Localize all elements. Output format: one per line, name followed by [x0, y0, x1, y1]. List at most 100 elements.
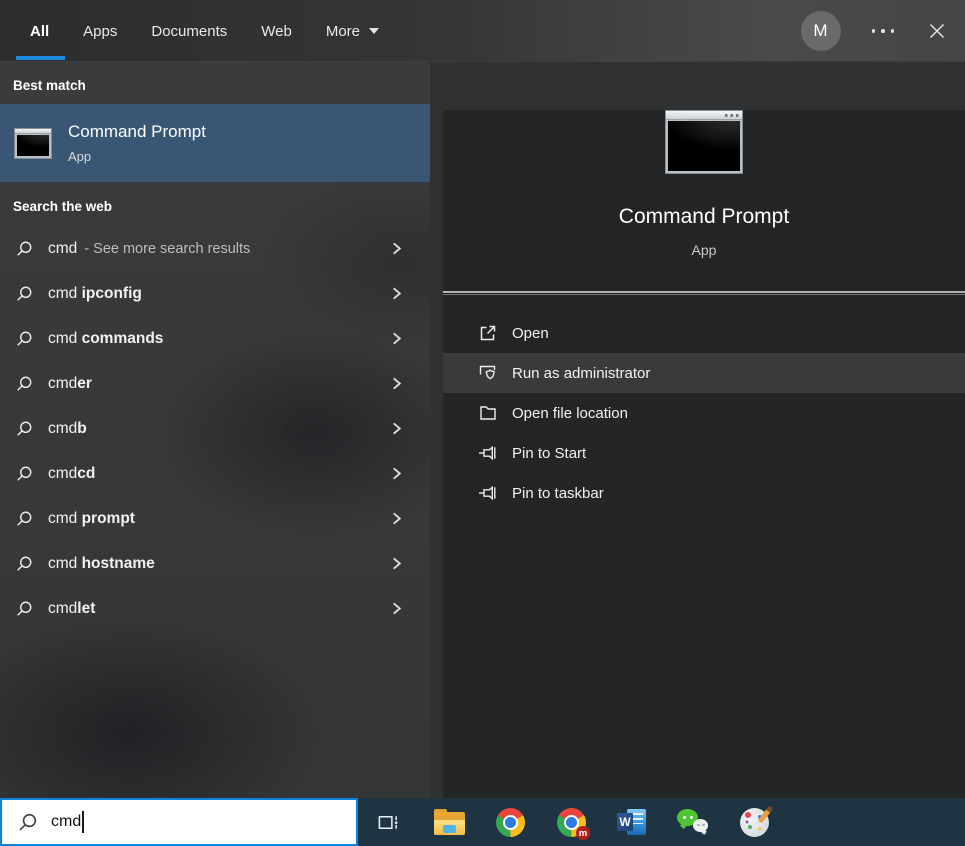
suggestion-text: cmd [48, 600, 77, 617]
action-open[interactable]: Open [443, 313, 965, 353]
tab-apps-label: Apps [83, 23, 117, 40]
task-view-icon [377, 811, 400, 834]
chevron-right-icon[interactable] [389, 286, 404, 301]
chrome-button[interactable] [494, 806, 526, 838]
search-box[interactable]: cmd [0, 798, 358, 846]
result-title: Command Prompt [68, 122, 206, 142]
profile-badge: m [576, 826, 590, 840]
web-suggestion-row[interactable]: cmdlet [0, 586, 430, 631]
web-suggestion-row[interactable]: cmd - See more search results [0, 226, 430, 271]
context-actions: Open Run as administrator [443, 313, 965, 513]
taskbar: cmd m [0, 798, 965, 846]
suggestion-text: cmd [48, 330, 82, 347]
chevron-right-icon[interactable] [389, 601, 404, 616]
start-search-flyout: All Apps Documents Web More M Best ma [0, 0, 965, 846]
web-suggestion-row[interactable]: cmd commands [0, 316, 430, 361]
tab-documents[interactable]: Documents [151, 0, 227, 62]
word-icon: W [617, 807, 647, 837]
chevron-down-icon [369, 28, 379, 34]
more-options-button[interactable] [870, 23, 897, 39]
chevron-right-icon[interactable] [389, 556, 404, 571]
avatar[interactable]: M [801, 11, 841, 51]
search-icon [16, 465, 33, 482]
close-icon [927, 21, 947, 41]
search-icon [16, 555, 33, 572]
paint3d-button[interactable] [738, 806, 770, 838]
action-label: Open [512, 325, 549, 342]
web-suggestion-row[interactable]: cmder [0, 361, 430, 406]
preview-title: Command Prompt [443, 205, 965, 229]
command-prompt-icon-large: C:\_ [665, 110, 743, 174]
search-icon [16, 375, 33, 392]
action-open-file-location[interactable]: Open file location [443, 393, 965, 433]
web-suggestion-row[interactable]: cmd hostname [0, 541, 430, 586]
search-icon [16, 510, 33, 527]
web-suggestion-row[interactable]: cmdb [0, 406, 430, 451]
tab-web[interactable]: Web [261, 0, 292, 62]
pin-icon [478, 443, 498, 463]
ellipsis-icon [872, 29, 876, 33]
chrome-profile-button[interactable]: m [555, 806, 587, 838]
tab-documents-label: Documents [151, 23, 227, 40]
search-icon [16, 330, 33, 347]
result-subtitle: App [68, 149, 206, 164]
wechat-icon [677, 808, 709, 837]
taskbar-icons: m W [372, 798, 770, 846]
suggestion-text: cmd [48, 285, 82, 302]
search-input[interactable]: cmd [51, 813, 81, 831]
file-explorer-icon [434, 809, 465, 835]
search-results-area: Best match C:\_ Command Prompt App Searc… [0, 62, 965, 798]
tab-all[interactable]: All [30, 0, 49, 62]
suggestion-text: cmd [48, 240, 77, 257]
tab-more[interactable]: More [326, 0, 379, 62]
search-web-label: Search the web [13, 198, 430, 215]
web-suggestion-row[interactable]: cmd ipconfig [0, 271, 430, 316]
chevron-right-icon[interactable] [389, 241, 404, 256]
tab-apps[interactable]: Apps [83, 0, 117, 62]
action-label: Open file location [512, 405, 628, 422]
suggestion-note: - See more search results [84, 241, 250, 257]
tab-web-label: Web [261, 23, 292, 40]
search-icon [16, 420, 33, 437]
tab-all-label: All [30, 23, 49, 40]
best-match-label: Best match [13, 77, 430, 94]
web-suggestions-list: cmd - See more search results cmd ipconfi… [0, 226, 430, 631]
filter-tabs: All Apps Documents Web More [30, 0, 379, 62]
suggestion-text: cmd [48, 510, 82, 527]
action-pin-to-start[interactable]: Pin to Start [443, 433, 965, 473]
word-button[interactable]: W [616, 806, 648, 838]
action-run-as-administrator[interactable]: Run as administrator [443, 353, 965, 393]
web-suggestion-row[interactable]: cmdcd [0, 451, 430, 496]
suggestion-text: cmd [48, 375, 77, 392]
shield-icon [478, 363, 498, 383]
chevron-right-icon[interactable] [389, 376, 404, 391]
action-label: Run as administrator [512, 365, 650, 382]
chevron-right-icon[interactable] [389, 466, 404, 481]
suggestion-text: cmd [48, 555, 82, 572]
task-view-button[interactable] [372, 806, 404, 838]
command-prompt-icon: C:\_ [14, 128, 52, 159]
folder-icon [478, 403, 498, 423]
action-label: Pin to taskbar [512, 485, 604, 502]
results-list-panel: Best match C:\_ Command Prompt App Searc… [0, 62, 430, 798]
chevron-right-icon[interactable] [389, 511, 404, 526]
chevron-right-icon[interactable] [389, 331, 404, 346]
chevron-right-icon[interactable] [389, 421, 404, 436]
open-external-icon [478, 323, 498, 343]
action-pin-to-taskbar[interactable]: Pin to taskbar [443, 473, 965, 513]
wechat-button[interactable] [677, 806, 709, 838]
web-suggestion-row[interactable]: cmd prompt [0, 496, 430, 541]
close-button[interactable] [926, 20, 948, 42]
search-header: All Apps Documents Web More M [0, 0, 965, 62]
header-actions: M [801, 0, 965, 62]
paint3d-icon [740, 808, 769, 837]
suggestion-text: cmd [48, 420, 77, 437]
search-icon [16, 285, 33, 302]
best-match-result[interactable]: C:\_ Command Prompt App [0, 104, 430, 182]
search-icon [16, 240, 33, 257]
file-explorer-button[interactable] [433, 806, 465, 838]
pin-icon [478, 483, 498, 503]
search-icon [18, 812, 38, 832]
action-label: Pin to Start [512, 445, 586, 462]
divider [443, 291, 965, 295]
